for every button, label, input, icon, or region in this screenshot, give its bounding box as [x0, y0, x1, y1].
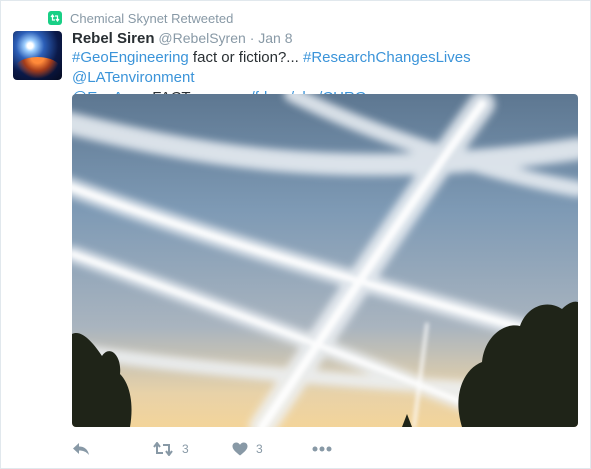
- hashtag-researchchangeslives[interactable]: #ResearchChangesLives: [303, 49, 471, 66]
- author-handle[interactable]: @RebelSyren: [158, 30, 245, 46]
- tweet-date[interactable]: Jan 8: [258, 30, 292, 46]
- hashtag-geoengineering[interactable]: #GeoEngineering: [72, 49, 189, 66]
- tweet-header: Rebel Siren @RebelSyren · Jan 8: [72, 30, 293, 47]
- contrail-sky-photo: [72, 94, 578, 427]
- more-dots-icon: [312, 446, 332, 452]
- tweet-actions: 3 3: [72, 439, 332, 459]
- mention-latenvironment[interactable]: @LATenvironment: [72, 69, 195, 86]
- separator: ·: [249, 30, 255, 46]
- retweet-icon: [153, 442, 173, 456]
- reply-icon: [73, 443, 89, 455]
- retweet-count: 3: [182, 442, 189, 456]
- like-count: 3: [256, 442, 263, 456]
- more-button[interactable]: [312, 446, 332, 452]
- like-button[interactable]: 3: [232, 442, 312, 456]
- heart-icon: [232, 442, 248, 456]
- author-name[interactable]: Rebel Siren: [72, 30, 155, 47]
- retweet-context-icon: [48, 11, 62, 25]
- retweet-button[interactable]: 3: [152, 442, 232, 456]
- tweet-text-segment: fact or fiction?...: [188, 49, 303, 66]
- retweet-context-label: Chemical Skynet Retweeted: [70, 10, 234, 26]
- tweet-card[interactable]: Chemical Skynet Retweeted Rebel Siren @R…: [0, 0, 591, 469]
- reply-button[interactable]: [72, 442, 152, 456]
- tweet-media-photo[interactable]: [72, 94, 578, 427]
- retweet-context: Chemical Skynet Retweeted: [48, 9, 233, 27]
- avatar[interactable]: [13, 31, 62, 80]
